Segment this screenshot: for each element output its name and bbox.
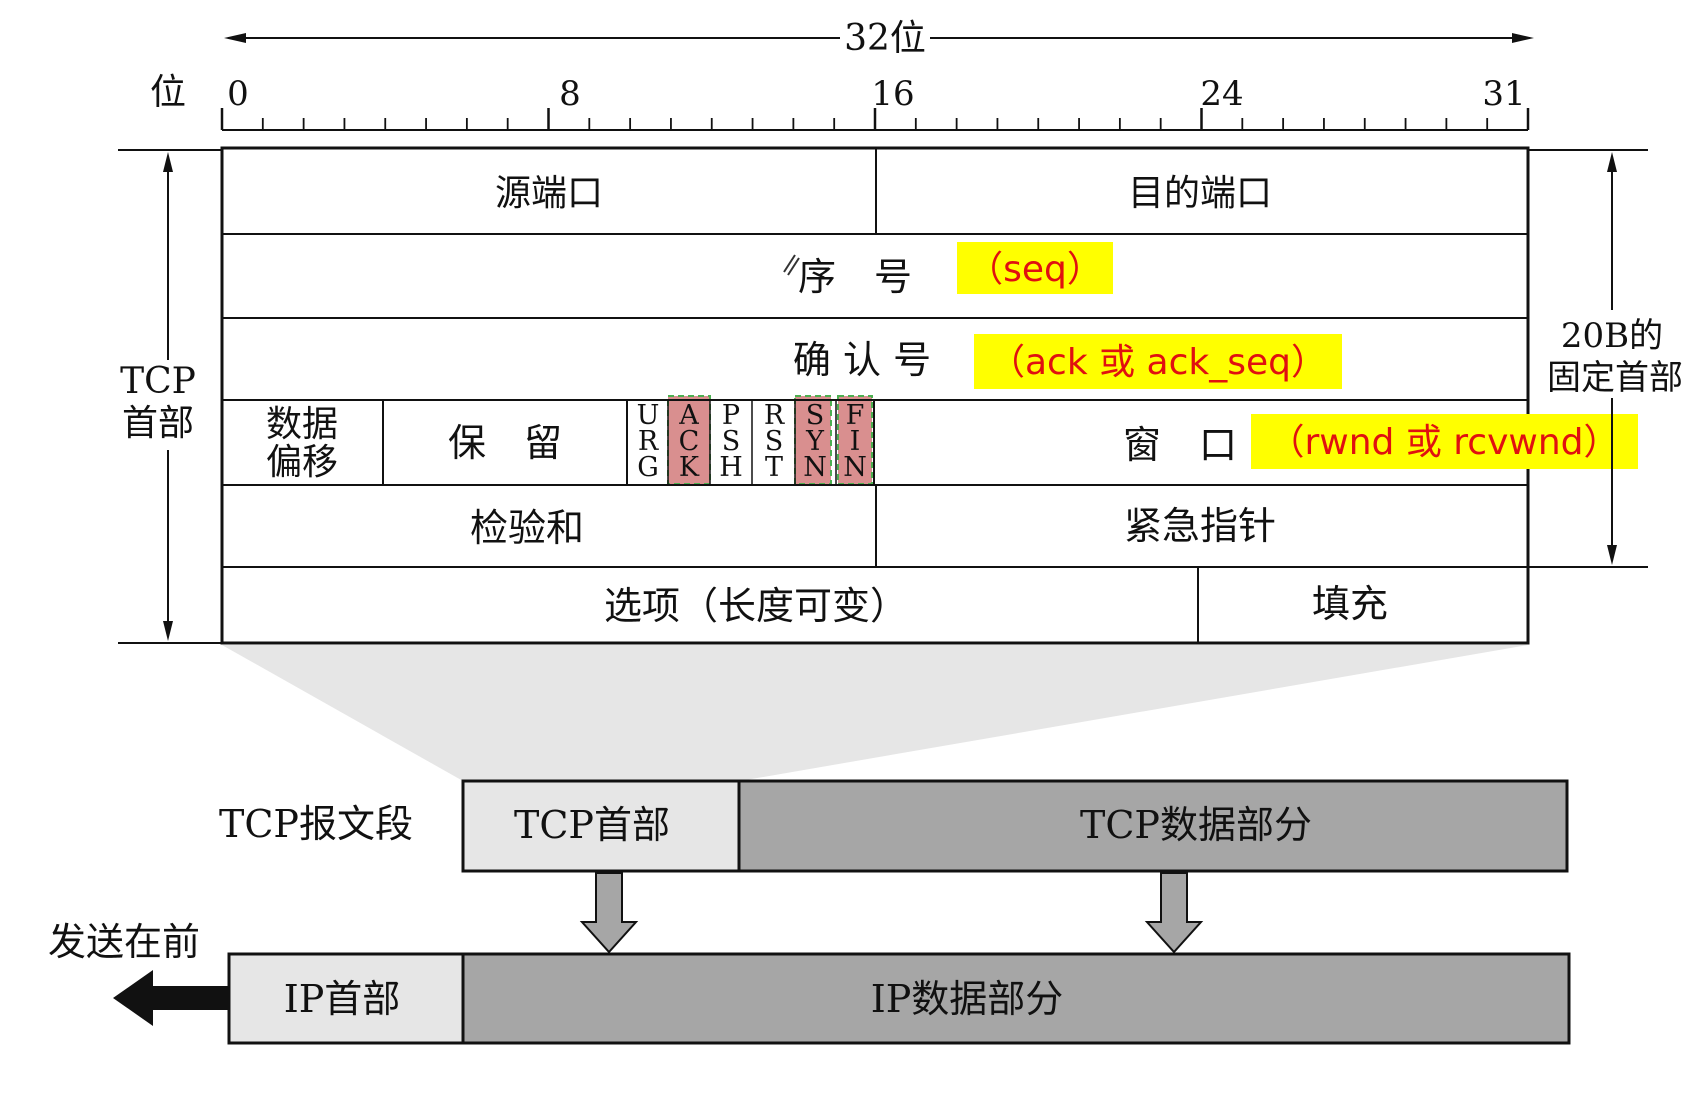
down-arrow-icon (1144, 872, 1204, 954)
up-arrowhead-icon (1607, 152, 1617, 172)
fixed-header-span: 20B的 固定首部 (1528, 149, 1683, 568)
up-arrowhead-icon (163, 152, 173, 172)
fixed-header-label-line2: 固定首部 (1547, 358, 1683, 398)
flag-fin-letter: N (843, 452, 867, 483)
tick-label-8: 8 (559, 74, 581, 114)
window-annotation: （rwnd 或 rcvwnd） (1268, 422, 1619, 463)
source-port-field: 源端口 (495, 173, 603, 214)
sequence-number-field: 序 号 (798, 255, 912, 299)
down-arrowhead-icon (1607, 545, 1617, 565)
send-first-label: 发送在前 (48, 920, 200, 964)
tcp-segment: TCP报文段 TCP首部 TCP数据部分 (219, 779, 1569, 873)
ip-packet: 发送在前 IP首部 IP数据部分 (48, 920, 1571, 1045)
flag-ack-letter: K (679, 452, 700, 483)
tcp-header-block-label: TCP首部 (514, 803, 670, 847)
fixed-header-label-line1: 20B的 (1561, 316, 1663, 356)
bits-width-label: 32位 (844, 18, 926, 59)
padding-field: 填充 (1312, 582, 1388, 626)
ip-header-block-label: IP首部 (284, 977, 401, 1021)
tcp-header-span: TCP 首部 (118, 149, 222, 644)
ip-data-block-label: IP数据部分 (871, 977, 1064, 1021)
tcp-data-block-label: TCP数据部分 (1080, 803, 1312, 847)
expansion-projection (222, 645, 1528, 781)
flag-syn-letter: N (803, 452, 827, 483)
bit-axis-label: 位 (150, 72, 186, 113)
flag-urg-letter: G (637, 452, 659, 483)
data-offset-field-line1: 数据 (266, 404, 338, 445)
tick-label-24: 24 (1200, 74, 1243, 114)
tcp-header-label-line2: 首部 (122, 403, 194, 444)
tcp-header-label-line1: TCP (120, 361, 196, 402)
tick-label-31: 31 (1482, 74, 1525, 114)
reserved-field: 保 留 (448, 421, 562, 465)
flag-rst-letter: T (765, 452, 783, 483)
destination-port-field: 目的端口 (1128, 173, 1272, 214)
acknowledgment-number-field: 确 认 号 (793, 338, 931, 382)
window-field: 窗 口 (1123, 423, 1237, 467)
tick-label-16: 16 (871, 74, 914, 114)
ack-annotation: （ack 或 ack_seq） (989, 342, 1327, 383)
flag-psh-letter: H (719, 452, 743, 483)
bit-ruler: 32位 位 0 8 16 24 31 (150, 18, 1534, 131)
tcp-header-diagram: 32位 位 0 8 16 24 31 源端口 目的端口 序 号 （seq） 确 … (48, 18, 1683, 1045)
right-arrowhead-icon (1512, 33, 1534, 43)
data-offset-field-line2: 偏移 (266, 442, 338, 483)
options-field: 选项（长度可变） (604, 584, 908, 628)
checksum-field: 检验和 (470, 506, 584, 550)
tick-label-0: 0 (227, 74, 249, 114)
left-send-arrow-icon (113, 970, 229, 1026)
pencil-icon (783, 254, 800, 276)
down-arrowhead-icon (163, 621, 173, 641)
urgent-pointer-field: 紧急指针 (1124, 504, 1276, 548)
tcp-segment-label: TCP报文段 (219, 802, 413, 846)
header-table: 源端口 目的端口 序 号 （seq） 确 认 号 （ack 或 ack_seq）… (220, 146, 1638, 645)
down-arrow-icon (579, 872, 639, 954)
left-arrowhead-icon (224, 33, 246, 43)
seq-annotation: （seq） (967, 249, 1103, 290)
